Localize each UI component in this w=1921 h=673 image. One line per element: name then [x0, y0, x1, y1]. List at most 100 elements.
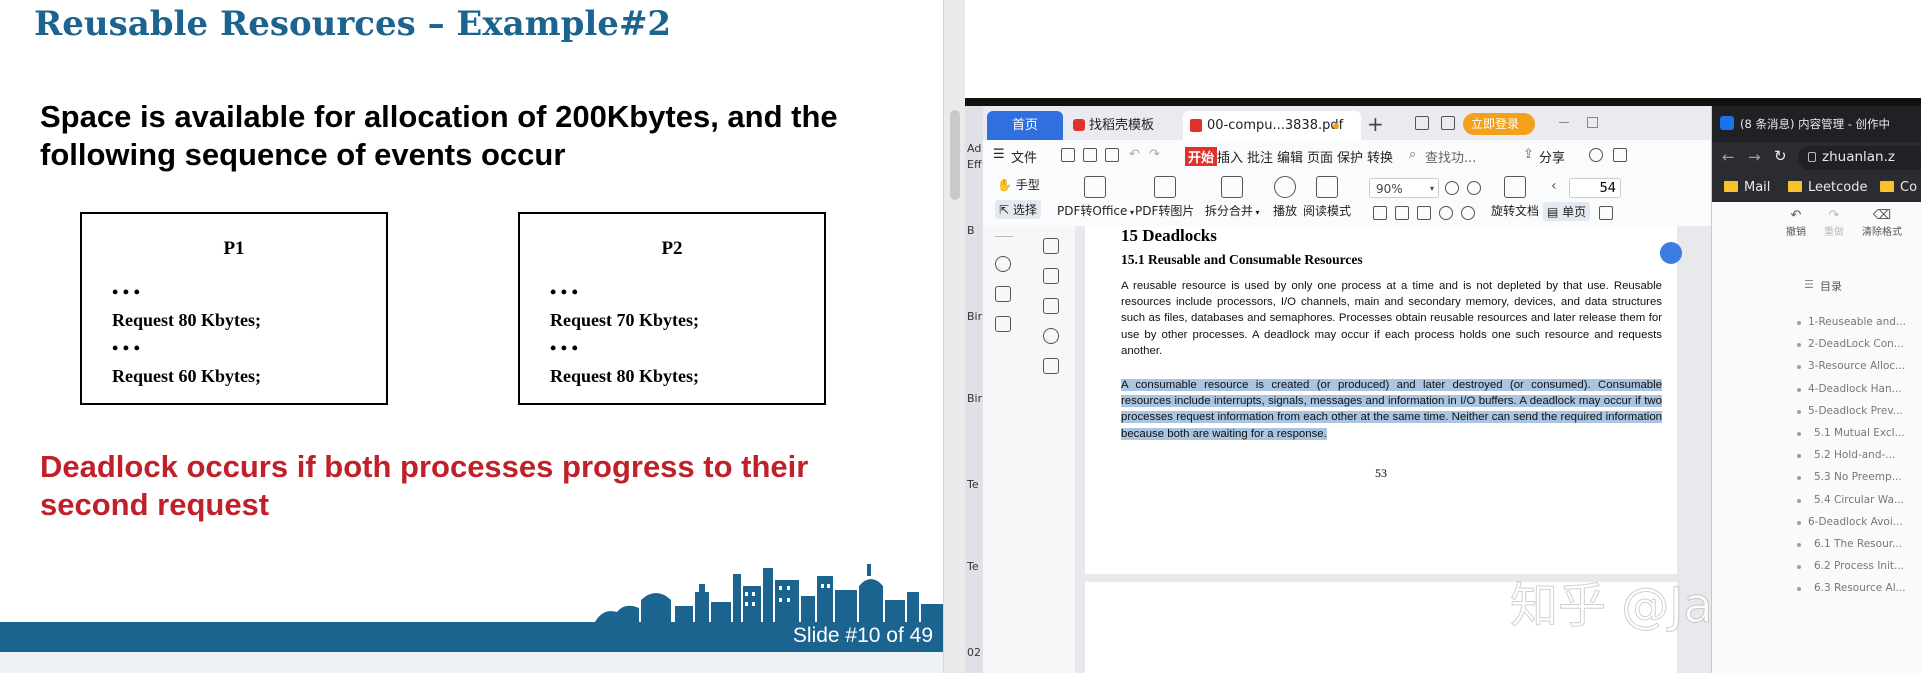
toc-item[interactable]: 5.1 Mutual Excl... [1814, 427, 1905, 439]
attachment-paperclip-icon[interactable] [1043, 328, 1059, 344]
toc-item[interactable]: 5.4 Circular Wa... [1814, 494, 1904, 506]
signature-pen-icon[interactable] [1043, 358, 1059, 374]
magnifier-page-icon[interactable] [995, 316, 1011, 332]
split-merge-button[interactable]: 拆分合并 ▾ [1205, 176, 1260, 219]
open-folder-icon[interactable] [1061, 148, 1075, 162]
double-page-icon[interactable] [1599, 206, 1613, 220]
folder-icon [1788, 181, 1802, 192]
taskbar-strip [965, 98, 1921, 106]
back-arrow-icon[interactable]: ← [1722, 148, 1735, 166]
folder-icon [1880, 181, 1894, 192]
undo-button[interactable]: ↶ 撤销 [1786, 208, 1806, 238]
adjust-settings-icon[interactable] [995, 286, 1011, 302]
toc-item[interactable]: 5.3 No Preemp... [1814, 471, 1902, 483]
print-icon[interactable] [1105, 148, 1119, 162]
single-page-icon: ▤ [1547, 205, 1559, 219]
forward-arrow-icon[interactable]: → [1748, 148, 1761, 166]
search-text-icon[interactable] [995, 256, 1011, 272]
toc-item[interactable]: 5.2 Hold-and-... [1814, 449, 1895, 461]
toc-item[interactable]: 5-Deadlock Prev... [1808, 405, 1903, 417]
tool-label: PDF转Office [1057, 204, 1128, 218]
book-icon [1316, 176, 1338, 198]
hand-tool-button[interactable]: ✋ 手型 [997, 176, 1040, 193]
bookmark-co[interactable]: Co [1900, 180, 1917, 195]
right-tool-rail [1027, 226, 1075, 673]
zoom-out-icon[interactable] [1445, 181, 1459, 195]
tab-home[interactable]: 首页 [987, 111, 1063, 140]
save-icon[interactable] [1083, 148, 1097, 162]
fit-width-icon[interactable] [1417, 206, 1431, 220]
window-layout-icon[interactable] [1415, 116, 1429, 130]
login-button[interactable]: 立即登录 [1463, 113, 1535, 135]
page-number-input[interactable]: 54 [1569, 178, 1621, 198]
page-number: 53 [1375, 466, 1387, 480]
zoom-in-icon[interactable] [1467, 181, 1481, 195]
hamburger-icon[interactable]: ☰ [993, 147, 1005, 162]
pdf-to-office-button[interactable]: PDF转Office ▾ [1057, 176, 1134, 219]
minimize-icon[interactable] [1559, 122, 1569, 123]
pdf-to-image-button[interactable]: PDF转图片 [1135, 176, 1194, 219]
toc-list-icon: ☰ [1804, 278, 1814, 291]
toc-item[interactable]: 2-DeadLock Con... [1808, 338, 1904, 350]
menu-annotate[interactable]: 批注 [1247, 147, 1273, 166]
tool-label: 阅读模式 [1303, 204, 1352, 218]
floating-translate-button[interactable] [1660, 242, 1682, 264]
zoom-select[interactable]: 90% ▾ [1369, 178, 1439, 198]
share-button[interactable]: 分享 [1539, 147, 1565, 166]
browser-tab-title[interactable]: (8 条消息) 内容管理 - 创作中 [1740, 116, 1890, 132]
undo-icon[interactable]: ↶ [1129, 147, 1140, 162]
rotate-left-icon[interactable] [1439, 206, 1453, 220]
bookmark-leetcode[interactable]: Leetcode [1808, 180, 1867, 195]
search-icon[interactable]: ⌕ [1409, 147, 1416, 162]
share-icon[interactable]: ⇪ [1523, 147, 1534, 162]
process-name: P2 [661, 238, 683, 259]
selection-highlight: A consumable resource is created (or pro… [1121, 379, 1662, 440]
comment-bubble-icon[interactable] [1043, 298, 1059, 314]
tab-docer-templates[interactable]: 找稻壳模板 [1067, 111, 1179, 140]
menu-insert[interactable]: 插入 [1217, 147, 1243, 166]
redo-button[interactable]: ↷ 重做 [1824, 208, 1844, 238]
bookmark-mail[interactable]: Mail [1744, 180, 1770, 195]
grid-apps-icon[interactable] [1441, 116, 1455, 130]
thumbnail-image-icon[interactable] [1043, 268, 1059, 284]
select-tool-button[interactable]: ⇱ 选择 [995, 200, 1041, 219]
toc-item[interactable]: 4-Deadlock Han... [1808, 383, 1902, 395]
toc-item[interactable]: 1-Reuseable and... [1808, 316, 1906, 328]
play-button[interactable]: 播放 [1273, 176, 1297, 219]
menu-start[interactable]: 开始 [1185, 147, 1218, 166]
previous-page-icon[interactable]: ‹ [1551, 178, 1557, 194]
toc-item[interactable]: 6-Deadlock Avoi... [1808, 516, 1903, 528]
menu-protect[interactable]: 保护 [1337, 147, 1363, 166]
maximize-icon[interactable] [1587, 117, 1598, 128]
tab-pdf-document[interactable]: 00-compu...3838.pdf [1183, 111, 1361, 140]
toc-bullet-icon [1797, 409, 1801, 414]
comment-icon[interactable] [1613, 148, 1627, 162]
scrollbar-thumb[interactable] [950, 110, 960, 200]
rotate-right-icon[interactable] [1461, 206, 1475, 220]
toc-item[interactable]: 6.3 Resource Al... [1814, 582, 1906, 594]
menu-file[interactable]: 文件 [1011, 147, 1037, 166]
toc-item[interactable]: 6.2 Process Init... [1814, 560, 1904, 572]
read-mode-button[interactable]: 阅读模式 [1303, 176, 1351, 219]
menu-edit[interactable]: 编辑 [1277, 147, 1303, 166]
clear-format-button[interactable]: ⌫ 清除格式 [1862, 208, 1902, 238]
actual-size-icon[interactable] [1373, 206, 1387, 220]
address-bar[interactable]: zhuanlan.z [1798, 146, 1921, 170]
single-page-button[interactable]: ▤ 单页 [1543, 202, 1591, 221]
toc-item[interactable]: 6.1 The Resour... [1814, 538, 1902, 550]
menu-page[interactable]: 页面 [1307, 147, 1333, 166]
new-tab-button[interactable]: + [1367, 112, 1384, 136]
fit-page-icon[interactable] [1395, 206, 1409, 220]
rotate-document-button[interactable]: 旋转文档 [1491, 176, 1539, 219]
process-line: Request 70 Kbytes; [550, 310, 699, 330]
slide-scrollbar[interactable] [943, 0, 966, 673]
reload-icon[interactable]: ↻ [1774, 147, 1787, 165]
search-functions-input[interactable]: 查找功... [1425, 147, 1476, 166]
settings-gear-icon[interactable] [1589, 148, 1603, 162]
paragraph-consumable-selected[interactable]: A consumable resource is created (or pro… [1121, 377, 1662, 442]
bookmark-icon[interactable] [1043, 238, 1059, 254]
menu-convert[interactable]: 转换 [1367, 147, 1393, 166]
cursor-icon: ⇱ [999, 203, 1010, 217]
toc-item[interactable]: 3-Resource Alloc... [1808, 360, 1905, 372]
redo-icon[interactable]: ↷ [1149, 147, 1160, 162]
